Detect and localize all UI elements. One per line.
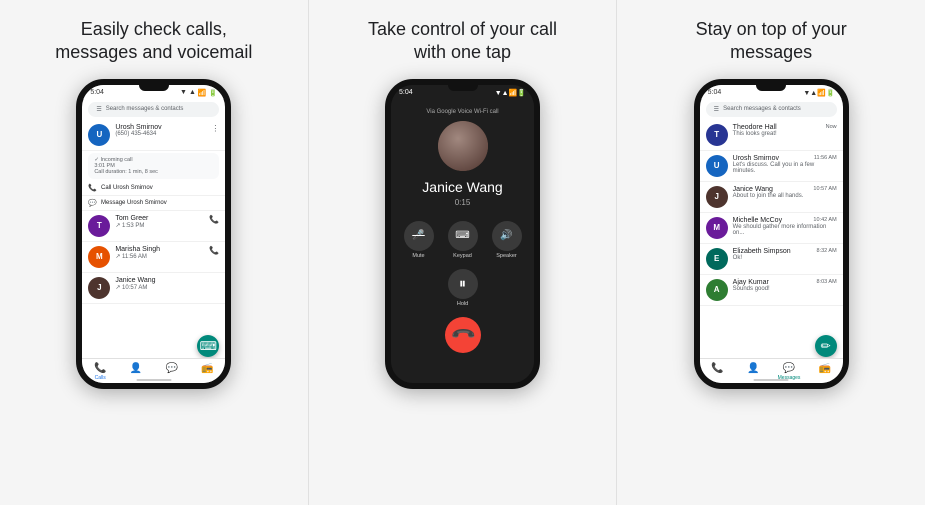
gesture-bar: [136, 379, 171, 381]
elizabeth-info: Elizabeth Simpson 8:32 AM Ok!: [733, 248, 837, 261]
mute-icon: 🎤: [404, 221, 434, 251]
nav-voicemail[interactable]: 📻: [190, 363, 226, 381]
msg-janice[interactable]: J Janice Wang 10:57 AM About to join the…: [700, 182, 843, 213]
middle-panel: Take control of your callwith one tap 5:…: [309, 0, 617, 505]
urosh-msg-info: Urosh Smirnov 11:56 AM Let's discuss. Ca…: [733, 155, 837, 174]
message-icon: 💬: [88, 199, 97, 207]
msg-urosh[interactable]: U Urosh Smirnov 11:56 AM Let's discuss. …: [700, 151, 843, 182]
elizabeth-avatar: E: [706, 248, 728, 270]
left-panel: Easily check calls,messages and voicemai…: [0, 0, 308, 505]
menu-icon: ☰: [96, 106, 101, 113]
urosh-contact[interactable]: U Urosh Smirnov (650) 435-4634 ⋮: [82, 120, 225, 151]
keypad-icon: ⌨: [448, 221, 478, 251]
end-call-button[interactable]: 📞: [437, 309, 488, 360]
call-duration: 0:15: [455, 198, 471, 207]
speaker-icon: 🔊: [492, 221, 522, 251]
right-nav-voicemail[interactable]: 📻: [807, 363, 843, 381]
right-status-time: 5:04: [708, 89, 722, 96]
nav-calls[interactable]: 📞 Calls: [82, 363, 118, 381]
urosh-msg-avatar: U: [706, 155, 728, 177]
keypad-btn[interactable]: ⌨ Keypad: [448, 221, 478, 259]
call-icon: 📞: [209, 215, 219, 224]
right-voicemail-icon: 📻: [819, 363, 831, 374]
urosh-avatar: U: [88, 124, 110, 146]
tom-avatar: T: [88, 215, 110, 237]
right-menu-icon: ☰: [714, 106, 719, 113]
marisha-info: Marisha Singh ↗ 11:56 AM: [115, 246, 204, 260]
calls-icon: 📞: [94, 363, 106, 374]
fab-button[interactable]: ⌨: [197, 335, 219, 357]
michelle-avatar: M: [706, 217, 728, 239]
phone-icon: 📞: [88, 184, 97, 192]
status-icons: ▼ ▲ 📶 🔋: [180, 89, 217, 97]
right-panel: Stay on top of yourmessages 5:04 ▼▲📶🔋 ☰ …: [617, 0, 925, 505]
right-calls-icon: 📞: [711, 363, 723, 374]
voicemail-icon: 📻: [201, 363, 213, 374]
hold-btn[interactable]: ⏸ Hold: [448, 269, 478, 307]
call-icon-2: 📞: [209, 246, 219, 255]
right-panel-title: Stay on top of yourmessages: [696, 18, 847, 65]
left-panel-title: Easily check calls,messages and voicemai…: [55, 18, 252, 65]
msg-elizabeth[interactable]: E Elizabeth Simpson 8:32 AM Ok!: [700, 244, 843, 275]
janice-info: Janice Wang ↗ 10:57 AM: [115, 277, 219, 291]
middle-panel-title: Take control of your callwith one tap: [368, 18, 557, 65]
right-contacts-icon: 👤: [747, 363, 759, 374]
hold-icon: ⏸: [448, 269, 478, 299]
middle-phone-notch: [448, 85, 478, 91]
call-detail-box: ✓ Incoming call 3:01 PM Call duration: 1…: [88, 153, 219, 179]
msg-ajay[interactable]: A Ajay Kumar 8:03 AM Sounds good!: [700, 275, 843, 306]
right-gesture-bar: [754, 379, 789, 381]
call-controls: 🎤 Mute ⌨ Keypad 🔊 Speaker: [404, 221, 522, 259]
janice-avatar: J: [88, 277, 110, 299]
janice-contact[interactable]: J Janice Wang ↗ 10:57 AM: [82, 273, 225, 304]
msg-theodore[interactable]: T Theodore Hall Now This looks great!: [700, 120, 843, 151]
right-phone: 5:04 ▼▲📶🔋 ☰ Search messages & contacts T…: [694, 79, 849, 389]
urosh-info: Urosh Smirnov (650) 435-4634: [115, 124, 206, 137]
status-time: 5:04: [90, 89, 104, 96]
search-bar[interactable]: ☰ Search messages & contacts: [88, 102, 219, 117]
right-nav-calls[interactable]: 📞: [700, 363, 736, 381]
theodore-info: Theodore Hall Now This looks great!: [733, 124, 837, 137]
phone-notch: [139, 85, 169, 91]
janice-msg-info: Janice Wang 10:57 AM About to join the a…: [733, 186, 837, 199]
more-icon[interactable]: ⋮: [211, 124, 219, 133]
speaker-btn[interactable]: 🔊 Speaker: [492, 221, 522, 259]
ajay-info: Ajay Kumar 8:03 AM Sounds good!: [733, 279, 837, 292]
right-fab-button[interactable]: ✏: [815, 335, 837, 357]
call-action-message[interactable]: 💬 Message Urosh Smirnov: [82, 196, 225, 211]
right-status-icons: ▼▲📶🔋: [803, 89, 834, 97]
mute-btn[interactable]: 🎤 Mute: [404, 221, 434, 259]
tom-contact[interactable]: T Tom Greer ↗ 1:53 PM 📞: [82, 211, 225, 242]
call-screen: Via Google Voice Wi-Fi call Janice Wang …: [391, 99, 534, 383]
caller-avatar: [438, 121, 488, 171]
janice-msg-avatar: J: [706, 186, 728, 208]
dark-status-time: 5:04: [399, 89, 413, 96]
right-search-bar[interactable]: ☰ Search messages & contacts: [706, 102, 837, 117]
tom-info: Tom Greer ↗ 1:53 PM: [115, 215, 204, 229]
dark-status-icons: ▼▲📶🔋: [495, 89, 526, 97]
right-search-input: Search messages & contacts: [723, 106, 801, 112]
msg-michelle[interactable]: M Michelle McCoy 10:42 AM We should gath…: [700, 213, 843, 244]
middle-phone: 5:04 ▼▲📶🔋 Via Google Voice Wi-Fi call Ja…: [385, 79, 540, 389]
left-phone-screen: 5:04 ▼ ▲ 📶 🔋 ☰ Search messages & contact…: [82, 85, 225, 383]
michelle-info: Michelle McCoy 10:42 AM We should gather…: [733, 217, 837, 236]
contacts-icon: 👤: [130, 363, 142, 374]
theodore-avatar: T: [706, 124, 728, 146]
search-input: Search messages & contacts: [106, 106, 184, 112]
middle-phone-screen: 5:04 ▼▲📶🔋 Via Google Voice Wi-Fi call Ja…: [391, 85, 534, 383]
left-phone: 5:04 ▼ ▲ 📶 🔋 ☰ Search messages & contact…: [76, 79, 231, 389]
marisha-contact[interactable]: M Marisha Singh ↗ 11:56 AM 📞: [82, 242, 225, 273]
right-phone-notch: [756, 85, 786, 91]
caller-name: Janice Wang: [422, 179, 502, 195]
right-messages-icon: 💬: [783, 363, 795, 374]
messages-icon: 💬: [165, 363, 177, 374]
call-action-call[interactable]: 📞 Call Urosh Smirnov: [82, 181, 225, 196]
call-via: Via Google Voice Wi-Fi call: [426, 109, 498, 115]
ajay-avatar: A: [706, 279, 728, 301]
marisha-avatar: M: [88, 246, 110, 268]
right-phone-screen: 5:04 ▼▲📶🔋 ☰ Search messages & contacts T…: [700, 85, 843, 383]
